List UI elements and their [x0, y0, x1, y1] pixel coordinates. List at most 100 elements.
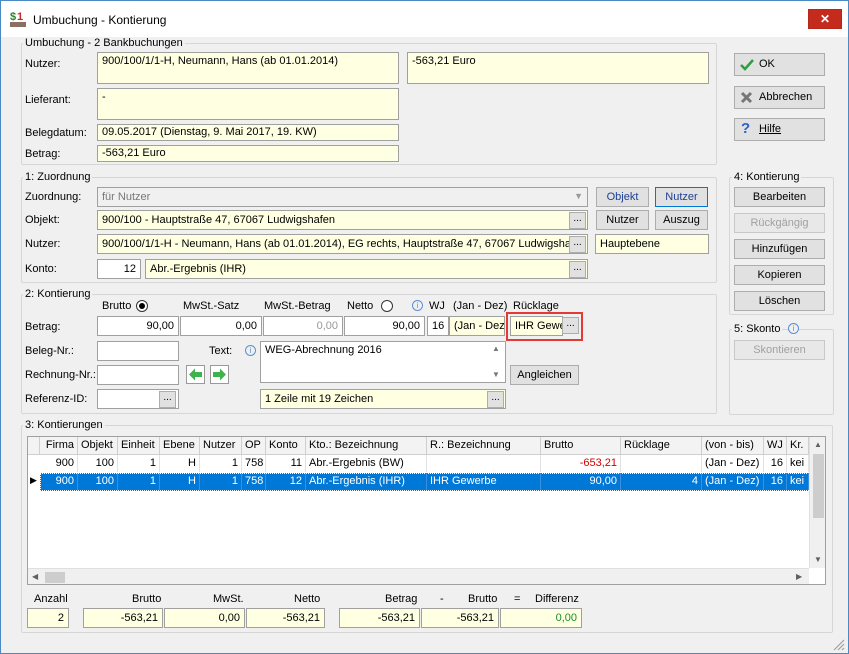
beleg-input[interactable]	[97, 341, 179, 361]
mwst-betrag-input[interactable]: 0,00	[263, 316, 343, 336]
kontierungen-table[interactable]: Firma Objekt Einheit Ebene Nutzer OP Kon…	[27, 436, 826, 585]
konto-number-field[interactable]: 12	[97, 259, 141, 279]
nutzer2-label: Nutzer:	[25, 238, 61, 250]
sum-brutto-label: Brutto	[132, 593, 162, 605]
cancel-x-icon	[740, 91, 753, 104]
lieferant-display: -	[97, 88, 399, 120]
info-icon: i	[245, 345, 256, 356]
scroll-up-icon[interactable]: ▲	[492, 344, 500, 353]
brutto-input[interactable]: 90,00	[97, 316, 179, 336]
nutzer-field[interactable]: 900/100/1/1-H - Neumann, Hans (ab 01.01.…	[97, 234, 588, 254]
hinzufuegen-button[interactable]: Hinzufügen	[734, 239, 825, 259]
sum-brutto-value: -563,21	[83, 608, 163, 628]
rueckgaengig-button[interactable]: Rückgängig	[734, 213, 825, 233]
sum-netto-label: Netto	[294, 593, 321, 605]
nutzer-toggle-button[interactable]: Nutzer	[655, 187, 708, 207]
col-kr[interactable]: Kr.	[787, 437, 809, 455]
cell-kr: kei	[787, 473, 809, 490]
ok-button[interactable]: OK	[734, 53, 825, 76]
col-wj[interactable]: WJ	[764, 437, 787, 455]
abbrechen-label: Abbrechen	[759, 91, 813, 103]
text-area[interactable]: WEG-Abrechnung 2016	[260, 341, 506, 383]
scroll-thumb[interactable]	[813, 454, 824, 518]
cell-ruecklage	[621, 455, 702, 472]
horizontal-scrollbar[interactable]: ◀ ▶	[28, 568, 809, 584]
vertical-scrollbar[interactable]: ▲ ▼	[809, 437, 825, 568]
cell-ruecklage: 4	[621, 473, 702, 490]
col-r-bezeichnung[interactable]: R.: Bezeichnung	[427, 437, 541, 455]
arrow-left-icon[interactable]	[186, 365, 205, 384]
ruecklage-browse-button[interactable]: ...	[562, 317, 579, 334]
col-objekt[interactable]: Objekt	[78, 437, 118, 455]
text-browse-button[interactable]: ...	[487, 391, 504, 408]
cell-von-bis: (Jan - Dez)	[702, 455, 764, 472]
lieferant-label: Lieferant:	[25, 94, 71, 106]
text-info-field: 1 Zeile mit 19 Zeichen	[260, 389, 506, 409]
objekt-label: Objekt:	[25, 214, 60, 226]
konto-field[interactable]: Abr.-Ergebnis (IHR)	[145, 259, 588, 279]
angleichen-button[interactable]: Angleichen	[510, 365, 579, 385]
kopieren-button[interactable]: Kopieren	[734, 265, 825, 285]
period-field: (Jan - Dez)	[449, 316, 505, 336]
scroll-down-icon[interactable]: ▼	[814, 555, 822, 564]
brutto-col-label: Brutto	[102, 300, 132, 312]
cell-r-bezeichnung	[427, 455, 541, 472]
netto-input[interactable]: 90,00	[344, 316, 425, 336]
netto-col-label: Netto	[347, 300, 374, 312]
table-row-selected[interactable]: ▶ 900 100 1 H 1 758 12 Abr.-Ergebnis (IH…	[28, 473, 809, 491]
info-icon: i	[412, 300, 423, 311]
mwst-satz-input[interactable]: 0,00	[180, 316, 262, 336]
col-firma[interactable]: Firma	[40, 437, 78, 455]
svg-text:1: 1	[17, 11, 23, 23]
cell-kr: kei	[787, 455, 809, 472]
resize-grip-icon[interactable]	[831, 637, 845, 651]
scroll-left-icon[interactable]: ◀	[32, 572, 38, 581]
table-row[interactable]: 900 100 1 H 1 758 11 Abr.-Ergebnis (BW) …	[28, 455, 809, 473]
ruecklage-field[interactable]: IHR Gewe	[510, 316, 563, 336]
col-ebene[interactable]: Ebene	[160, 437, 200, 455]
scroll-thumb[interactable]	[45, 572, 65, 583]
hilfe-label: Hilfe	[759, 123, 782, 135]
cell-r-bezeichnung: IHR Gewerbe	[427, 473, 541, 490]
betrag-display: -563,21 Euro	[97, 145, 399, 162]
col-konto[interactable]: Konto	[266, 437, 306, 455]
konto-label: Konto:	[25, 263, 57, 275]
nutzer-browse-button[interactable]: ...	[569, 236, 586, 253]
cell-firma: 900	[40, 473, 78, 490]
referenz-browse-button[interactable]: ...	[159, 391, 176, 408]
close-button[interactable]: ✕	[808, 9, 842, 29]
auszug-button[interactable]: Auszug	[655, 210, 708, 230]
wj-input[interactable]: 16	[427, 316, 449, 336]
objekt-toggle-button[interactable]: Objekt	[596, 187, 649, 207]
row-pointer-icon: ▶	[30, 475, 37, 485]
konto-browse-button[interactable]: ...	[569, 261, 586, 278]
objekt-field[interactable]: 900/100 - Hauptstraße 47, 67067 Ludwigsh…	[97, 210, 588, 230]
anzahl-label: Anzahl	[34, 593, 68, 605]
skontieren-button[interactable]: Skontieren	[734, 340, 825, 360]
col-kto-bezeichnung[interactable]: Kto.: Bezeichnung	[306, 437, 427, 455]
arrow-right-icon[interactable]	[210, 365, 229, 384]
col-op[interactable]: OP	[242, 437, 266, 455]
brutto-radio[interactable]	[136, 300, 148, 312]
cell-op: 758	[242, 473, 266, 490]
rechnung-input[interactable]	[97, 365, 179, 385]
zuordnung-select[interactable]: für Nutzer ▼	[97, 187, 588, 207]
netto-radio[interactable]	[381, 300, 393, 312]
col-von-bis[interactable]: (von - bis)	[702, 437, 764, 455]
scroll-up-icon[interactable]: ▲	[814, 440, 822, 449]
abbrechen-button[interactable]: Abbrechen	[734, 86, 825, 109]
col-ruecklage[interactable]: Rücklage	[621, 437, 702, 455]
scroll-right-icon[interactable]: ▶	[796, 572, 802, 581]
kontierung-group-title: 2: Kontierung	[23, 288, 93, 300]
objekt-browse-button[interactable]: ...	[569, 212, 586, 229]
col-brutto[interactable]: Brutto	[541, 437, 621, 455]
scroll-down-icon[interactable]: ▼	[492, 370, 500, 379]
loeschen-button[interactable]: Löschen	[734, 291, 825, 311]
bearbeiten-button[interactable]: Bearbeiten	[734, 187, 825, 207]
hilfe-button[interactable]: ? Hilfe	[734, 118, 825, 141]
betrag-row-label: Betrag:	[25, 321, 61, 333]
col-einheit[interactable]: Einheit	[118, 437, 160, 455]
zuordnung-label: Zuordnung:	[25, 191, 82, 203]
nutzer-button[interactable]: Nutzer	[596, 210, 649, 230]
col-nutzer[interactable]: Nutzer	[200, 437, 242, 455]
